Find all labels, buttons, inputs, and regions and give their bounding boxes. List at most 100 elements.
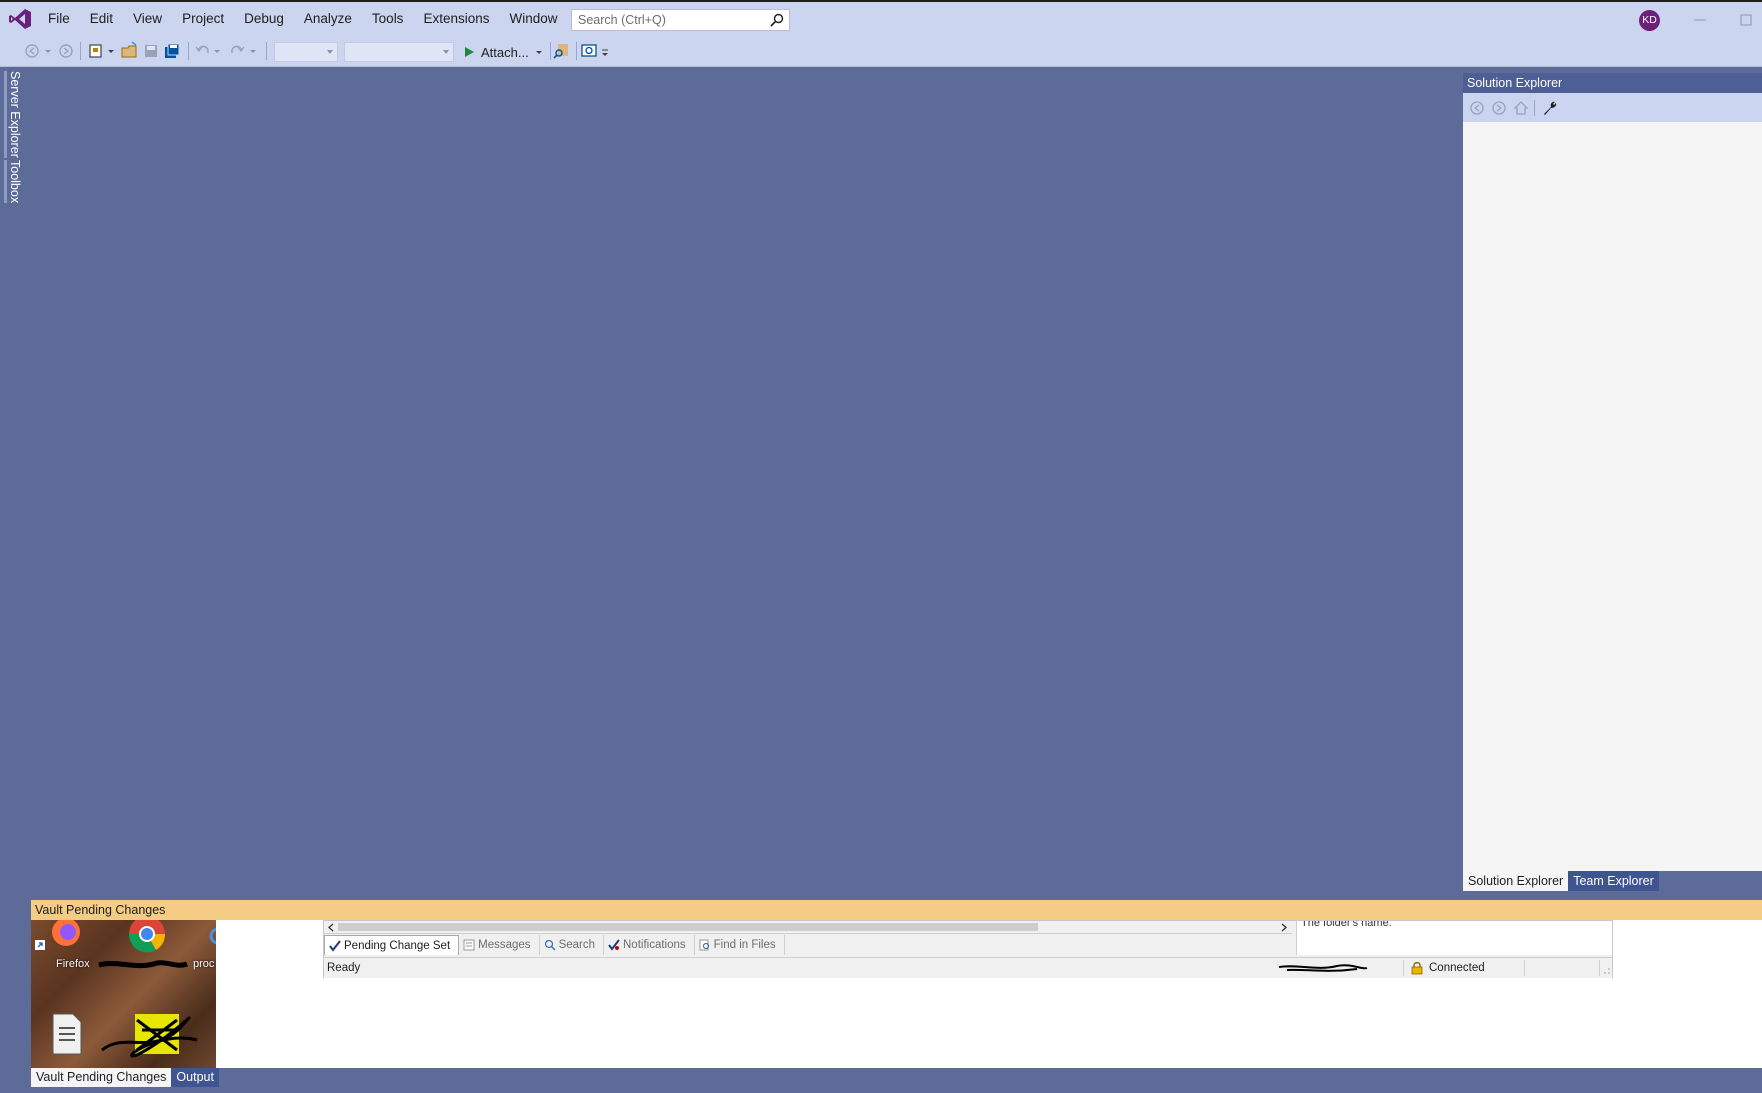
navigate-back-icon[interactable]: [22, 40, 58, 62]
search-input[interactable]: Search (Ctrl+Q): [571, 9, 790, 31]
chevron-down-icon: [327, 50, 333, 54]
attach-label: Attach...: [481, 44, 529, 60]
menu-view[interactable]: View: [123, 2, 172, 36]
back-icon[interactable]: [1469, 100, 1485, 116]
chevron-down-icon[interactable]: [532, 45, 546, 59]
desktop-label-firefox: Firefox: [56, 958, 90, 970]
tab-solution-explorer[interactable]: Solution Explorer: [1463, 871, 1569, 891]
tab-label: Search: [558, 939, 595, 951]
redaction-scribble: [101, 1014, 198, 1058]
solution-explorer-tabs: Solution Explorer Team Explorer: [1463, 871, 1762, 891]
menu-debug[interactable]: Debug: [234, 2, 294, 36]
redaction-scribble: [1278, 964, 1368, 972]
solution-platform-dropdown[interactable]: [344, 42, 454, 62]
open-file-icon[interactable]: [120, 40, 140, 62]
toolbar-separator: [80, 42, 81, 60]
forward-icon[interactable]: [1491, 100, 1507, 116]
solution-configuration-dropdown[interactable]: [274, 42, 338, 62]
undo-icon[interactable]: [194, 40, 224, 62]
desktop-background-image: Firefox proc: [31, 920, 216, 1068]
home-icon[interactable]: [1513, 100, 1529, 116]
screenshot-icon[interactable]: [580, 40, 612, 62]
toolbar-separator: [576, 42, 577, 60]
check-icon: [329, 939, 341, 952]
description-text: The folder's name.: [1301, 921, 1392, 929]
navigate-forward-icon[interactable]: [58, 40, 74, 62]
vault-inner-tabs: Pending Change Set Messages Search Notif…: [324, 935, 1292, 955]
shortcut-arrow-icon: [35, 940, 45, 950]
tab-messages[interactable]: Messages: [459, 935, 540, 955]
horizontal-scrollbar[interactable]: [324, 921, 1292, 934]
scroll-right-icon[interactable]: [1280, 923, 1288, 932]
chrome-icon: [128, 920, 166, 953]
wrench-icon[interactable]: [1541, 99, 1559, 117]
lock-icon: [1411, 962, 1423, 975]
toolbar-separator: [188, 42, 189, 60]
menu-extensions[interactable]: Extensions: [413, 2, 499, 36]
solution-explorer-toolbar: [1463, 93, 1762, 122]
find-in-files-icon[interactable]: [552, 40, 572, 62]
status-connected-text: Connected: [1429, 962, 1485, 974]
redo-icon[interactable]: [230, 40, 260, 62]
tab-label: Pending Change Set: [344, 939, 451, 952]
editor-area: [28, 67, 1460, 900]
account-avatar[interactable]: KD: [1639, 10, 1660, 31]
menu-edit[interactable]: Edit: [80, 2, 123, 36]
visual-studio-logo-icon[interactable]: [8, 8, 32, 30]
status-divider: [1599, 960, 1600, 976]
tab-pending-change-set[interactable]: Pending Change Set: [324, 935, 460, 955]
tab-output[interactable]: Output: [171, 1068, 219, 1087]
save-icon[interactable]: [142, 40, 160, 62]
tab-vault-pending-changes[interactable]: Vault Pending Changes: [31, 1068, 172, 1087]
bottom-panel-tabs: Vault Pending Changes Output: [31, 1068, 1762, 1087]
status-divider: [1524, 960, 1525, 976]
status-divider: [1403, 960, 1404, 976]
vault-status-bar: Ready Connected: [324, 957, 1612, 978]
solution-explorer-title: Solution Explorer: [1463, 73, 1762, 93]
toolbar-separator: [266, 42, 267, 60]
status-ready-text: Ready: [327, 962, 361, 974]
attach-button[interactable]: Attach...: [462, 41, 546, 63]
maximize-icon[interactable]: [1738, 12, 1754, 28]
menu-analyze[interactable]: Analyze: [294, 2, 362, 36]
minimize-icon[interactable]: [1692, 10, 1708, 30]
document-icon: [52, 1013, 82, 1055]
menu-window[interactable]: Window: [499, 2, 567, 36]
scroll-left-icon[interactable]: [327, 923, 335, 932]
search-app-icon: [209, 927, 216, 945]
firefox-icon: [52, 920, 80, 946]
save-all-icon[interactable]: [162, 40, 182, 62]
vault-panel-title: Vault Pending Changes: [31, 900, 1762, 920]
solution-tree[interactable]: [1463, 122, 1762, 871]
tab-label: Find in Files: [713, 939, 776, 951]
find-in-files-icon: [699, 939, 709, 951]
menu-bar: File Edit View Project Debug Analyze Too…: [38, 2, 615, 36]
vault-pending-changes-panel: Vault Pending Changes Firefox proc The f…: [31, 900, 1762, 1068]
tab-label: Messages: [478, 939, 531, 951]
menu-project[interactable]: Project: [172, 2, 234, 36]
tab-notifications[interactable]: Notifications: [604, 935, 695, 955]
tab-server-explorer[interactable]: Server Explorer: [4, 71, 22, 158]
search-icon: [544, 939, 556, 951]
messages-icon: [463, 939, 475, 951]
status-connection: Connected: [1411, 961, 1485, 975]
solution-explorer-panel: Solution Explorer Solution Explorer Team…: [1463, 73, 1762, 891]
chevron-down-icon: [443, 50, 449, 54]
menu-file[interactable]: File: [38, 2, 80, 36]
tab-team-explorer[interactable]: Team Explorer: [1568, 871, 1659, 891]
search-icon[interactable]: [770, 13, 784, 27]
tab-toolbox[interactable]: Toolbox: [4, 160, 22, 204]
resize-grip-icon[interactable]: [1603, 967, 1611, 975]
left-tool-window-strip: Server Explorer Toolbox: [0, 67, 28, 900]
toolbar-separator: [1534, 100, 1535, 116]
tab-find-in-files[interactable]: Find in Files: [695, 935, 785, 955]
desktop-label-proc: proc: [193, 958, 215, 970]
redaction-scribble: [98, 960, 188, 969]
menu-tools[interactable]: Tools: [362, 2, 414, 36]
search-placeholder: Search (Ctrl+Q): [578, 13, 666, 27]
title-bar: File Edit View Project Debug Analyze Too…: [0, 0, 1762, 36]
scrollbar-thumb[interactable]: [338, 923, 1038, 931]
tab-search[interactable]: Search: [540, 935, 604, 955]
new-project-icon[interactable]: [88, 40, 118, 62]
standard-toolbar: Attach...: [0, 36, 1762, 67]
